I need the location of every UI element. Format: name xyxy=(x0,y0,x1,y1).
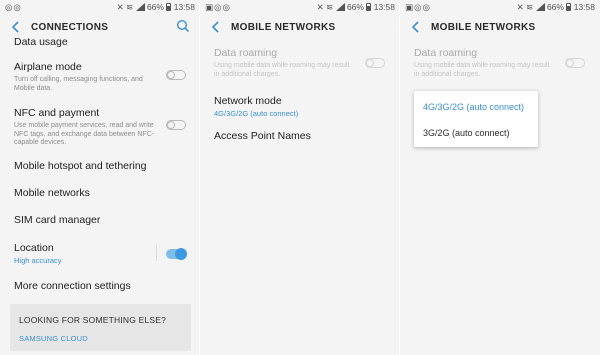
clock: 13:58 xyxy=(173,2,195,12)
list-item-data-usage[interactable]: Data usage xyxy=(14,36,186,49)
list-item-data-roaming[interactable]: Data roaming Using mobile data while roa… xyxy=(214,47,386,79)
list-item-airplane-mode[interactable]: Airplane mode Turn off calling, messagin… xyxy=(14,61,186,93)
page-title: CONNECTIONS xyxy=(31,22,109,33)
notification-icons: ▣◎◎ xyxy=(405,2,431,12)
wifi-icon: ≋ xyxy=(126,2,134,12)
toggle-knob xyxy=(566,59,574,67)
mute-icon: ✕ xyxy=(316,2,324,12)
status-bar: ◎◎ ✕ ≋ 66% 13:58 xyxy=(0,0,200,14)
nfc-toggle[interactable] xyxy=(166,120,186,130)
signal-icon xyxy=(335,3,345,11)
data-roaming-toggle[interactable] xyxy=(565,58,585,68)
samsung-cloud-link[interactable]: SAMSUNG CLOUD xyxy=(19,334,88,343)
mute-icon: ✕ xyxy=(116,2,124,12)
list-item-data-roaming[interactable]: Data roaming Using mobile data while roa… xyxy=(414,47,586,79)
location-mode: High accuracy xyxy=(14,256,62,265)
chevron-left-icon xyxy=(411,21,419,33)
battery-icon xyxy=(366,3,372,11)
battery-percent: 66% xyxy=(146,2,164,12)
item-title: Data usage xyxy=(14,36,68,48)
item-title: NFC and payment xyxy=(14,107,100,119)
item-title: Location xyxy=(14,242,54,254)
page-title: MOBILE NETWORKS xyxy=(231,22,336,33)
item-description: Using mobile data while roaming may resu… xyxy=(214,62,350,78)
notification-icons: ◎◎ xyxy=(5,2,22,12)
item-description: Turn off calling, messaging functions, a… xyxy=(14,76,143,92)
back-button[interactable] xyxy=(9,19,23,35)
wifi-icon: ≋ xyxy=(526,2,534,12)
location-toggle[interactable] xyxy=(166,248,187,260)
status-bar: ▣◎◎ ✕ ≋ 66% 13:58 xyxy=(400,0,600,14)
suggestion-card: LOOKING FOR SOMETHING ELSE? SAMSUNG CLOU… xyxy=(10,304,191,351)
toggle-knob xyxy=(167,71,175,79)
wifi-icon: ≋ xyxy=(326,2,334,12)
mute-icon: ✕ xyxy=(516,2,524,12)
app-bar: MOBILE NETWORKS xyxy=(400,14,600,40)
list-item-sim-manager[interactable]: SIM card manager xyxy=(14,214,186,227)
divider xyxy=(156,245,157,261)
chevron-left-icon xyxy=(211,21,219,33)
battery-icon xyxy=(166,3,172,11)
signal-icon xyxy=(135,3,145,11)
item-title: Data roaming xyxy=(214,47,278,59)
item-title: Access Point Names xyxy=(214,130,311,142)
clock: 13:58 xyxy=(373,2,395,12)
status-right: ✕ ≋ 66% 13:58 xyxy=(517,2,595,13)
network-mode-dialog: 4G/3G/2G (auto connect) 3G/2G (auto conn… xyxy=(414,91,538,147)
status-right: ✕ ≋ 66% 13:58 xyxy=(117,2,195,13)
list-item-more-connection-settings[interactable]: More connection settings xyxy=(14,280,186,293)
toggle-knob xyxy=(366,59,374,67)
option-3g-2g[interactable]: 3G/2G (auto connect) xyxy=(423,128,510,138)
chevron-left-icon xyxy=(11,21,19,33)
app-bar: MOBILE NETWORKS xyxy=(200,14,400,40)
clock: 13:58 xyxy=(573,2,595,12)
list-item-mobile-networks[interactable]: Mobile networks xyxy=(14,187,186,200)
network-mode-value: 4G/3G/2G (auto connect) xyxy=(214,109,299,118)
toggle-knob xyxy=(167,121,175,129)
battery-percent: 66% xyxy=(346,2,364,12)
item-title: More connection settings xyxy=(14,280,131,292)
battery-icon xyxy=(566,3,572,11)
battery-percent: 66% xyxy=(546,2,564,12)
suggestion-heading: LOOKING FOR SOMETHING ELSE? xyxy=(19,315,167,325)
network-mode-dialog-screen: ▣◎◎ ✕ ≋ 66% 13:58 MOBILE NETWORKS Data r… xyxy=(400,0,600,355)
list-item-nfc[interactable]: NFC and payment Use mobile payment servi… xyxy=(14,107,186,148)
option-4g-3g-2g[interactable]: 4G/3G/2G (auto connect) xyxy=(423,102,524,112)
item-description: Using mobile data while roaming may resu… xyxy=(414,62,550,78)
connections-screen: ◎◎ ✕ ≋ 66% 13:58 CONNECTIONS Data usage … xyxy=(0,0,200,355)
data-roaming-toggle[interactable] xyxy=(365,58,385,68)
item-title: Mobile networks xyxy=(14,187,90,199)
search-icon xyxy=(176,19,190,33)
item-title: Airplane mode xyxy=(14,61,82,73)
item-title: Mobile hotspot and tethering xyxy=(14,160,147,172)
back-button[interactable] xyxy=(209,19,223,35)
status-bar: ▣◎◎ ✕ ≋ 66% 13:58 xyxy=(200,0,400,14)
list-item-network-mode[interactable]: Network mode 4G/3G/2G (auto connect) xyxy=(214,95,386,119)
toggle-knob xyxy=(175,248,187,260)
list-item-hotspot[interactable]: Mobile hotspot and tethering xyxy=(14,160,186,173)
notification-icons: ▣◎◎ xyxy=(205,2,231,12)
item-title: Network mode xyxy=(214,95,282,107)
signal-icon xyxy=(535,3,545,11)
search-button[interactable] xyxy=(176,19,190,33)
page-title: MOBILE NETWORKS xyxy=(431,22,536,33)
airplane-mode-toggle[interactable] xyxy=(166,70,186,80)
status-right: ✕ ≋ 66% 13:58 xyxy=(317,2,395,13)
item-title: SIM card manager xyxy=(14,214,101,226)
item-description: Use mobile payment services, read and wr… xyxy=(14,122,155,146)
back-button[interactable] xyxy=(409,19,423,35)
mobile-networks-screen: ▣◎◎ ✕ ≋ 66% 13:58 MOBILE NETWORKS Data r… xyxy=(200,0,400,355)
list-item-location[interactable]: Location High accuracy xyxy=(14,242,186,266)
list-item-apn[interactable]: Access Point Names xyxy=(214,130,386,143)
item-title: Data roaming xyxy=(414,47,478,59)
